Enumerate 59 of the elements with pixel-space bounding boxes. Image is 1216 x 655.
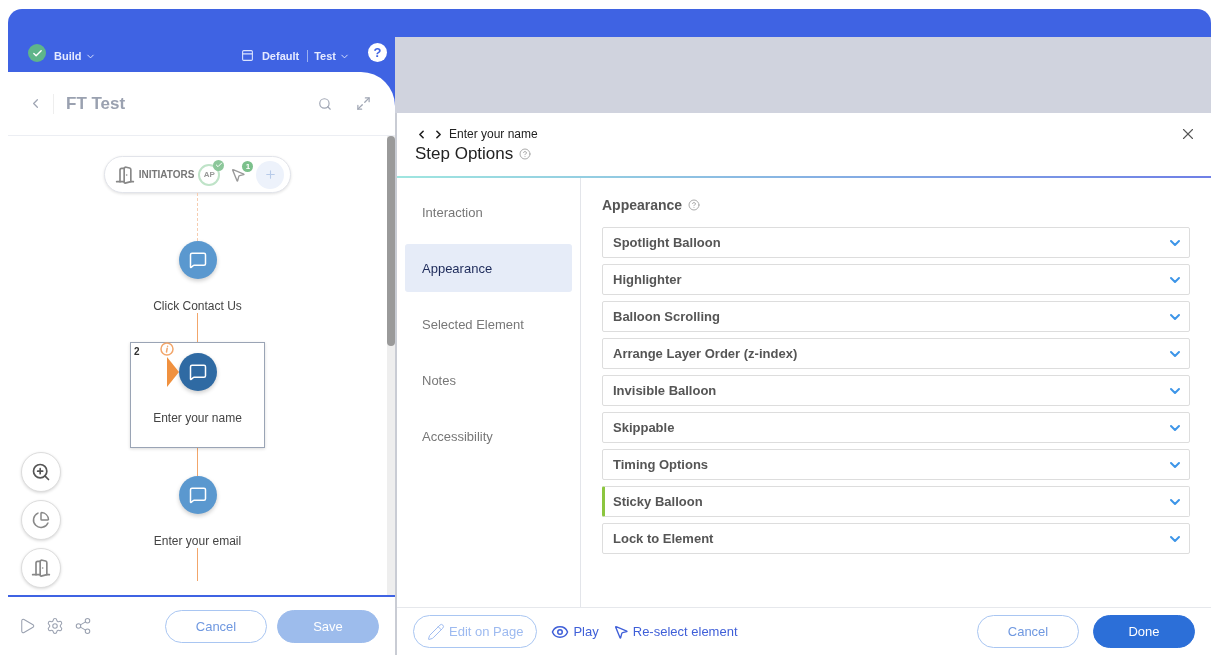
- accordion-row[interactable]: Highlighter: [602, 264, 1190, 295]
- help-icon: [688, 199, 701, 211]
- step-label: Click Contact Us: [153, 299, 242, 313]
- step-label: Enter your email: [153, 534, 242, 548]
- selected-step-card[interactable]: 2 Enter your name: [130, 342, 265, 448]
- button[interactable]: Cancel: [165, 609, 267, 643]
- play-icon[interactable]: [18, 617, 36, 635]
- section-title: Appearance: [602, 197, 683, 213]
- accordion-row[interactable]: Timing Options: [602, 449, 1190, 480]
- dialog-title: Step Options: [415, 144, 514, 164]
- chat-bubble-icon: [178, 353, 217, 391]
- action-link[interactable]: Re-select element: [612, 623, 738, 640]
- flow-title: FT Test: [53, 93, 308, 114]
- door-button[interactable]: [21, 548, 61, 588]
- cursor-icon: [230, 166, 247, 183]
- initiator-badge: AP: [198, 163, 221, 186]
- accordion-row[interactable]: Sticky Balloon: [602, 486, 1190, 517]
- pencil-icon: [427, 622, 445, 641]
- door-icon: [114, 164, 135, 185]
- mode-dropdown[interactable]: Test: [307, 50, 350, 62]
- initiators-pill[interactable]: INITIATORS AP 1: [103, 156, 292, 193]
- info-icon: [160, 342, 174, 356]
- pie-chart-icon: [32, 511, 50, 529]
- nav-item[interactable]: Accessibility: [405, 412, 572, 460]
- initiators-label: INITIATORS: [138, 169, 195, 180]
- accordion-row[interactable]: Balloon Scrolling: [602, 301, 1190, 332]
- scrollbar-thumb[interactable]: [387, 136, 395, 346]
- plus-icon: [263, 168, 277, 181]
- accordion-row[interactable]: Skippable: [602, 412, 1190, 443]
- button[interactable]: Cancel: [977, 615, 1079, 648]
- zoom-in-button[interactable]: [21, 452, 61, 492]
- step-name: Enter your name: [449, 127, 538, 141]
- step-label: Enter your name: [153, 411, 242, 425]
- nav-item[interactable]: Selected Element: [405, 300, 572, 348]
- accordion-row[interactable]: Lock to Element: [602, 523, 1190, 554]
- nav-item[interactable]: Interaction: [405, 188, 572, 236]
- count-badge: 1: [242, 160, 254, 172]
- add-button[interactable]: [256, 160, 285, 189]
- search-icon[interactable]: [318, 96, 332, 111]
- share-icon[interactable]: [74, 617, 92, 635]
- button[interactable]: Done: [1093, 615, 1195, 648]
- door-icon: [31, 558, 51, 578]
- accordion-row[interactable]: Arrange Layer Order (z-index): [602, 338, 1190, 369]
- settings-icon[interactable]: [46, 617, 64, 635]
- layout-icon: [240, 49, 254, 62]
- cursor-icon: [612, 623, 629, 640]
- help-icon: [519, 148, 532, 160]
- status-dropdown[interactable]: Build: [54, 50, 96, 62]
- accordion-row[interactable]: Spotlight Balloon: [602, 227, 1190, 258]
- check-icon: [28, 44, 46, 62]
- accordion-row[interactable]: Invisible Balloon: [602, 375, 1190, 406]
- zoom-in-icon: [31, 462, 51, 482]
- environment-label: Default: [261, 50, 300, 62]
- expand-icon[interactable]: [356, 96, 371, 111]
- step-number: 2: [134, 346, 140, 357]
- help-button[interactable]: ?: [368, 43, 387, 62]
- nav-item[interactable]: Appearance: [405, 244, 572, 292]
- nav-item[interactable]: Notes: [405, 356, 572, 404]
- pie-chart-button[interactable]: [21, 500, 61, 540]
